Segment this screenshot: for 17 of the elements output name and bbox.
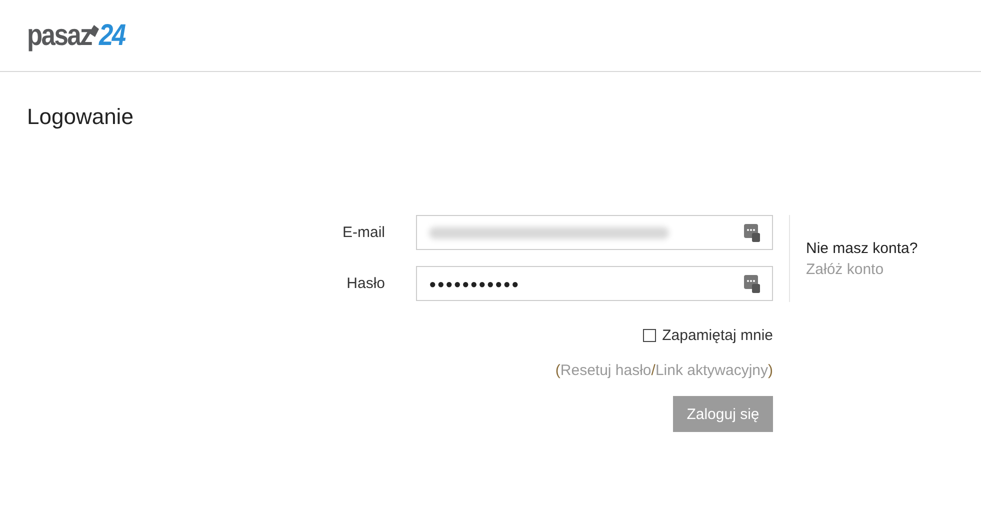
field-label: Hasło (346, 275, 385, 292)
signup-link[interactable]: Załóż konto (806, 260, 918, 278)
password-manager-icon[interactable] (744, 274, 760, 292)
email-field[interactable] (416, 215, 773, 250)
field-label: E-mail (341, 224, 385, 241)
login-button[interactable]: Zaloguj się (673, 396, 773, 432)
signup-question: Nie masz konta? (806, 240, 918, 256)
password-manager-icon[interactable] (744, 224, 760, 242)
activation-link[interactable]: Link aktywacyjny (655, 362, 768, 379)
checkbox-label: Zapamiętaj mnie (662, 327, 773, 344)
checkbox[interactable] (643, 329, 656, 342)
reset-password-link[interactable]: Resetuj hasło (560, 362, 652, 379)
password-value: ●●●●●●●●●●● (429, 276, 520, 290)
password-field[interactable]: ●●●●●●●●●●● (416, 266, 773, 301)
account-links: (Resetuj hasło/Link aktywacyjny) (555, 362, 773, 379)
logo[interactable]: pasaz 24 (27, 20, 130, 50)
page-title: Logowanie (27, 103, 134, 131)
